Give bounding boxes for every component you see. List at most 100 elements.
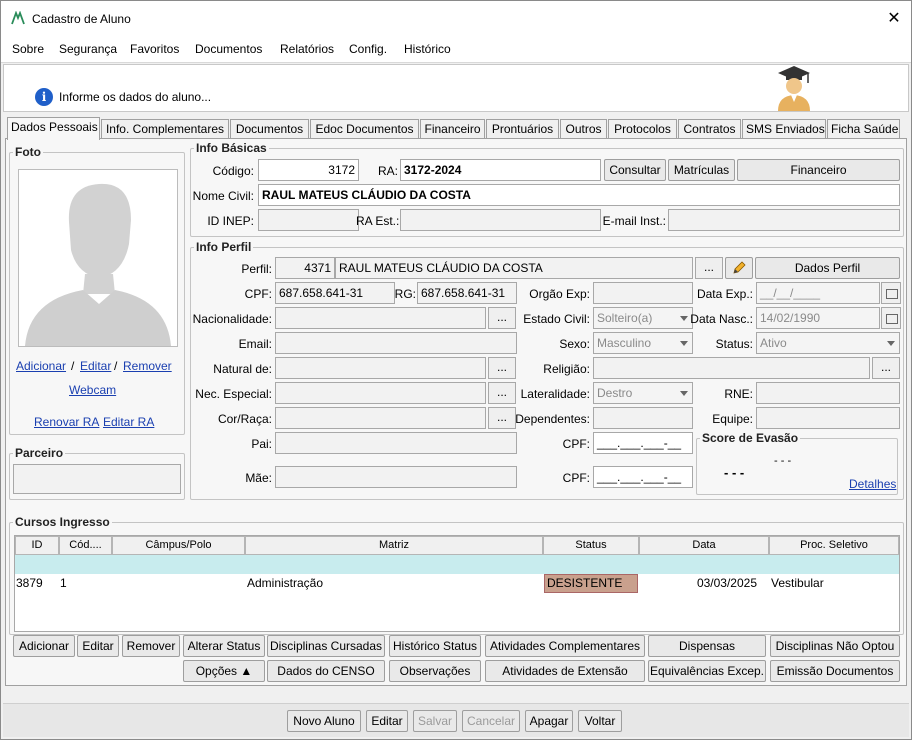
- data-exp-calendar-icon[interactable]: [881, 282, 901, 304]
- id-inep-field[interactable]: [258, 209, 359, 231]
- cpf-field[interactable]: 687.658.641-31: [275, 282, 395, 304]
- observacoes-button[interactable]: Observações: [389, 660, 481, 682]
- disciplinas-cursadas-button[interactable]: Disciplinas Cursadas: [267, 635, 385, 657]
- salvar-button[interactable]: Salvar: [413, 710, 457, 732]
- foto-remover-link[interactable]: Remover: [123, 359, 172, 373]
- col-id[interactable]: ID: [15, 536, 59, 555]
- foto-adicionar-link[interactable]: Adicionar: [16, 359, 66, 373]
- tab-dados-pessoais[interactable]: Dados Pessoais: [7, 117, 100, 140]
- perfil-lookup-button[interactable]: ...: [695, 257, 723, 279]
- natural-field[interactable]: [275, 357, 486, 379]
- orgao-exp-field[interactable]: [593, 282, 693, 304]
- col-proc-seletivo[interactable]: Proc. Seletivo: [769, 536, 899, 555]
- table-row[interactable]: 3879 1 Administração DESISTENTE 03/03/20…: [15, 555, 899, 593]
- close-icon[interactable]: ✕: [881, 7, 907, 31]
- data-nasc-calendar-icon[interactable]: [881, 307, 901, 329]
- menu-documentos[interactable]: Documentos: [195, 42, 262, 56]
- col-data[interactable]: Data: [639, 536, 769, 555]
- menu-relatorios[interactable]: Relatórios: [280, 42, 334, 56]
- tab-contratos[interactable]: Contratos: [678, 119, 741, 139]
- foto-editar-link[interactable]: Editar: [80, 359, 111, 373]
- financeiro-button[interactable]: Financeiro: [737, 159, 900, 181]
- matriculas-button[interactable]: Matrículas: [668, 159, 735, 181]
- ra-field[interactable]: 3172-2024: [400, 159, 601, 181]
- tab-ficha-saude[interactable]: Ficha Saúde: [827, 119, 900, 139]
- menu-seguranca[interactable]: Segurança: [59, 42, 117, 56]
- consultar-button[interactable]: Consultar: [604, 159, 666, 181]
- tab-prontuarios[interactable]: Prontuários: [486, 119, 559, 139]
- col-campus[interactable]: Câmpus/Polo: [112, 536, 245, 555]
- remover-curso-button[interactable]: Remover: [122, 635, 180, 657]
- col-matriz[interactable]: Matriz: [245, 536, 543, 555]
- app-logo-icon: [11, 11, 25, 25]
- equivalencias-excep-button[interactable]: Equivalências Excep.: [648, 660, 766, 682]
- perfil-nome-field[interactable]: RAUL MATEUS CLÁUDIO DA COSTA: [335, 257, 693, 279]
- pai-field[interactable]: [275, 432, 517, 454]
- tab-protocolos[interactable]: Protocolos: [608, 119, 677, 139]
- novo-aluno-button[interactable]: Novo Aluno: [287, 710, 361, 732]
- nacionalidade-field[interactable]: [275, 307, 486, 329]
- dispensas-button[interactable]: Dispensas: [648, 635, 766, 657]
- student-photo: [18, 169, 178, 347]
- tab-documentos[interactable]: Documentos: [230, 119, 309, 139]
- menu-config[interactable]: Config.: [349, 42, 387, 56]
- natural-lookup-button[interactable]: ...: [488, 357, 516, 379]
- cpf-pai-field[interactable]: ___.___.___-__: [593, 432, 693, 454]
- dados-censo-button[interactable]: Dados do CENSO: [267, 660, 385, 682]
- historico-status-button[interactable]: Histórico Status: [389, 635, 481, 657]
- nec-especial-lookup-button[interactable]: ...: [488, 382, 516, 404]
- renovar-ra-link[interactable]: Renovar RA: [34, 415, 99, 429]
- atividades-extensao-button[interactable]: Atividades de Extensão: [485, 660, 645, 682]
- perfil-edit-button[interactable]: [725, 257, 753, 279]
- codigo-field[interactable]: 3172: [258, 159, 359, 181]
- menu-favoritos[interactable]: Favoritos: [130, 42, 179, 56]
- voltar-button[interactable]: Voltar: [578, 710, 622, 732]
- score-detalhes-link[interactable]: Detalhes: [849, 477, 896, 491]
- rne-field[interactable]: [756, 382, 900, 404]
- email-field[interactable]: [275, 332, 517, 354]
- cpf-mae-field[interactable]: ___.___.___-__: [593, 466, 693, 488]
- col-cod[interactable]: Cód....: [59, 536, 112, 555]
- mae-field[interactable]: [275, 466, 517, 488]
- tab-info-complementares[interactable]: Info. Complementares: [101, 119, 229, 139]
- status-select[interactable]: Ativo: [756, 332, 900, 354]
- lateralidade-select[interactable]: Destro: [593, 382, 693, 404]
- menu-sobre[interactable]: Sobre: [12, 42, 44, 56]
- dados-perfil-button[interactable]: Dados Perfil: [755, 257, 900, 279]
- adicionar-curso-button[interactable]: Adicionar: [13, 635, 75, 657]
- opcoes-button[interactable]: Opções ▲: [183, 660, 265, 682]
- editar-ra-link[interactable]: Editar RA: [103, 415, 154, 429]
- editar-curso-button[interactable]: Editar: [77, 635, 119, 657]
- email-inst-field[interactable]: [668, 209, 900, 231]
- data-nasc-field[interactable]: 14/02/1990: [756, 307, 880, 329]
- col-status[interactable]: Status: [543, 536, 639, 555]
- tab-sms-enviados[interactable]: SMS Enviados: [742, 119, 826, 139]
- data-exp-field[interactable]: __/__/____: [756, 282, 880, 304]
- disciplinas-nao-optou-button[interactable]: Disciplinas Não Optou: [770, 635, 900, 657]
- religiao-lookup-button[interactable]: ...: [872, 357, 900, 379]
- parceiro-field[interactable]: [13, 464, 181, 494]
- estado-civil-select[interactable]: Solteiro(a): [593, 307, 693, 329]
- cor-raca-field[interactable]: [275, 407, 486, 429]
- editar-button[interactable]: Editar: [366, 710, 408, 732]
- equipe-field[interactable]: [756, 407, 900, 429]
- nome-civil-field[interactable]: RAUL MATEUS CLÁUDIO DA COSTA: [258, 184, 900, 206]
- nec-especial-field[interactable]: [275, 382, 486, 404]
- cancelar-button[interactable]: Cancelar: [462, 710, 520, 732]
- ra-est-field[interactable]: [400, 209, 601, 231]
- sexo-select[interactable]: Masculino: [593, 332, 693, 354]
- perfil-id-field[interactable]: 4371: [275, 257, 335, 279]
- atividades-complementares-button[interactable]: Atividades Complementares: [485, 635, 645, 657]
- webcam-link[interactable]: Webcam: [69, 383, 116, 397]
- tab-outros[interactable]: Outros: [560, 119, 607, 139]
- nacionalidade-lookup-button[interactable]: ...: [488, 307, 516, 329]
- religiao-field[interactable]: [593, 357, 870, 379]
- tab-financeiro[interactable]: Financeiro: [420, 119, 485, 139]
- alterar-status-button[interactable]: Alterar Status: [183, 635, 265, 657]
- dependentes-field[interactable]: [593, 407, 693, 429]
- menu-historico[interactable]: Histórico: [404, 42, 451, 56]
- rg-field[interactable]: 687.658.641-31: [417, 282, 517, 304]
- emissao-documentos-button[interactable]: Emissão Documentos: [770, 660, 900, 682]
- tab-edoc-documentos[interactable]: Edoc Documentos: [310, 119, 419, 139]
- apagar-button[interactable]: Apagar: [525, 710, 573, 732]
